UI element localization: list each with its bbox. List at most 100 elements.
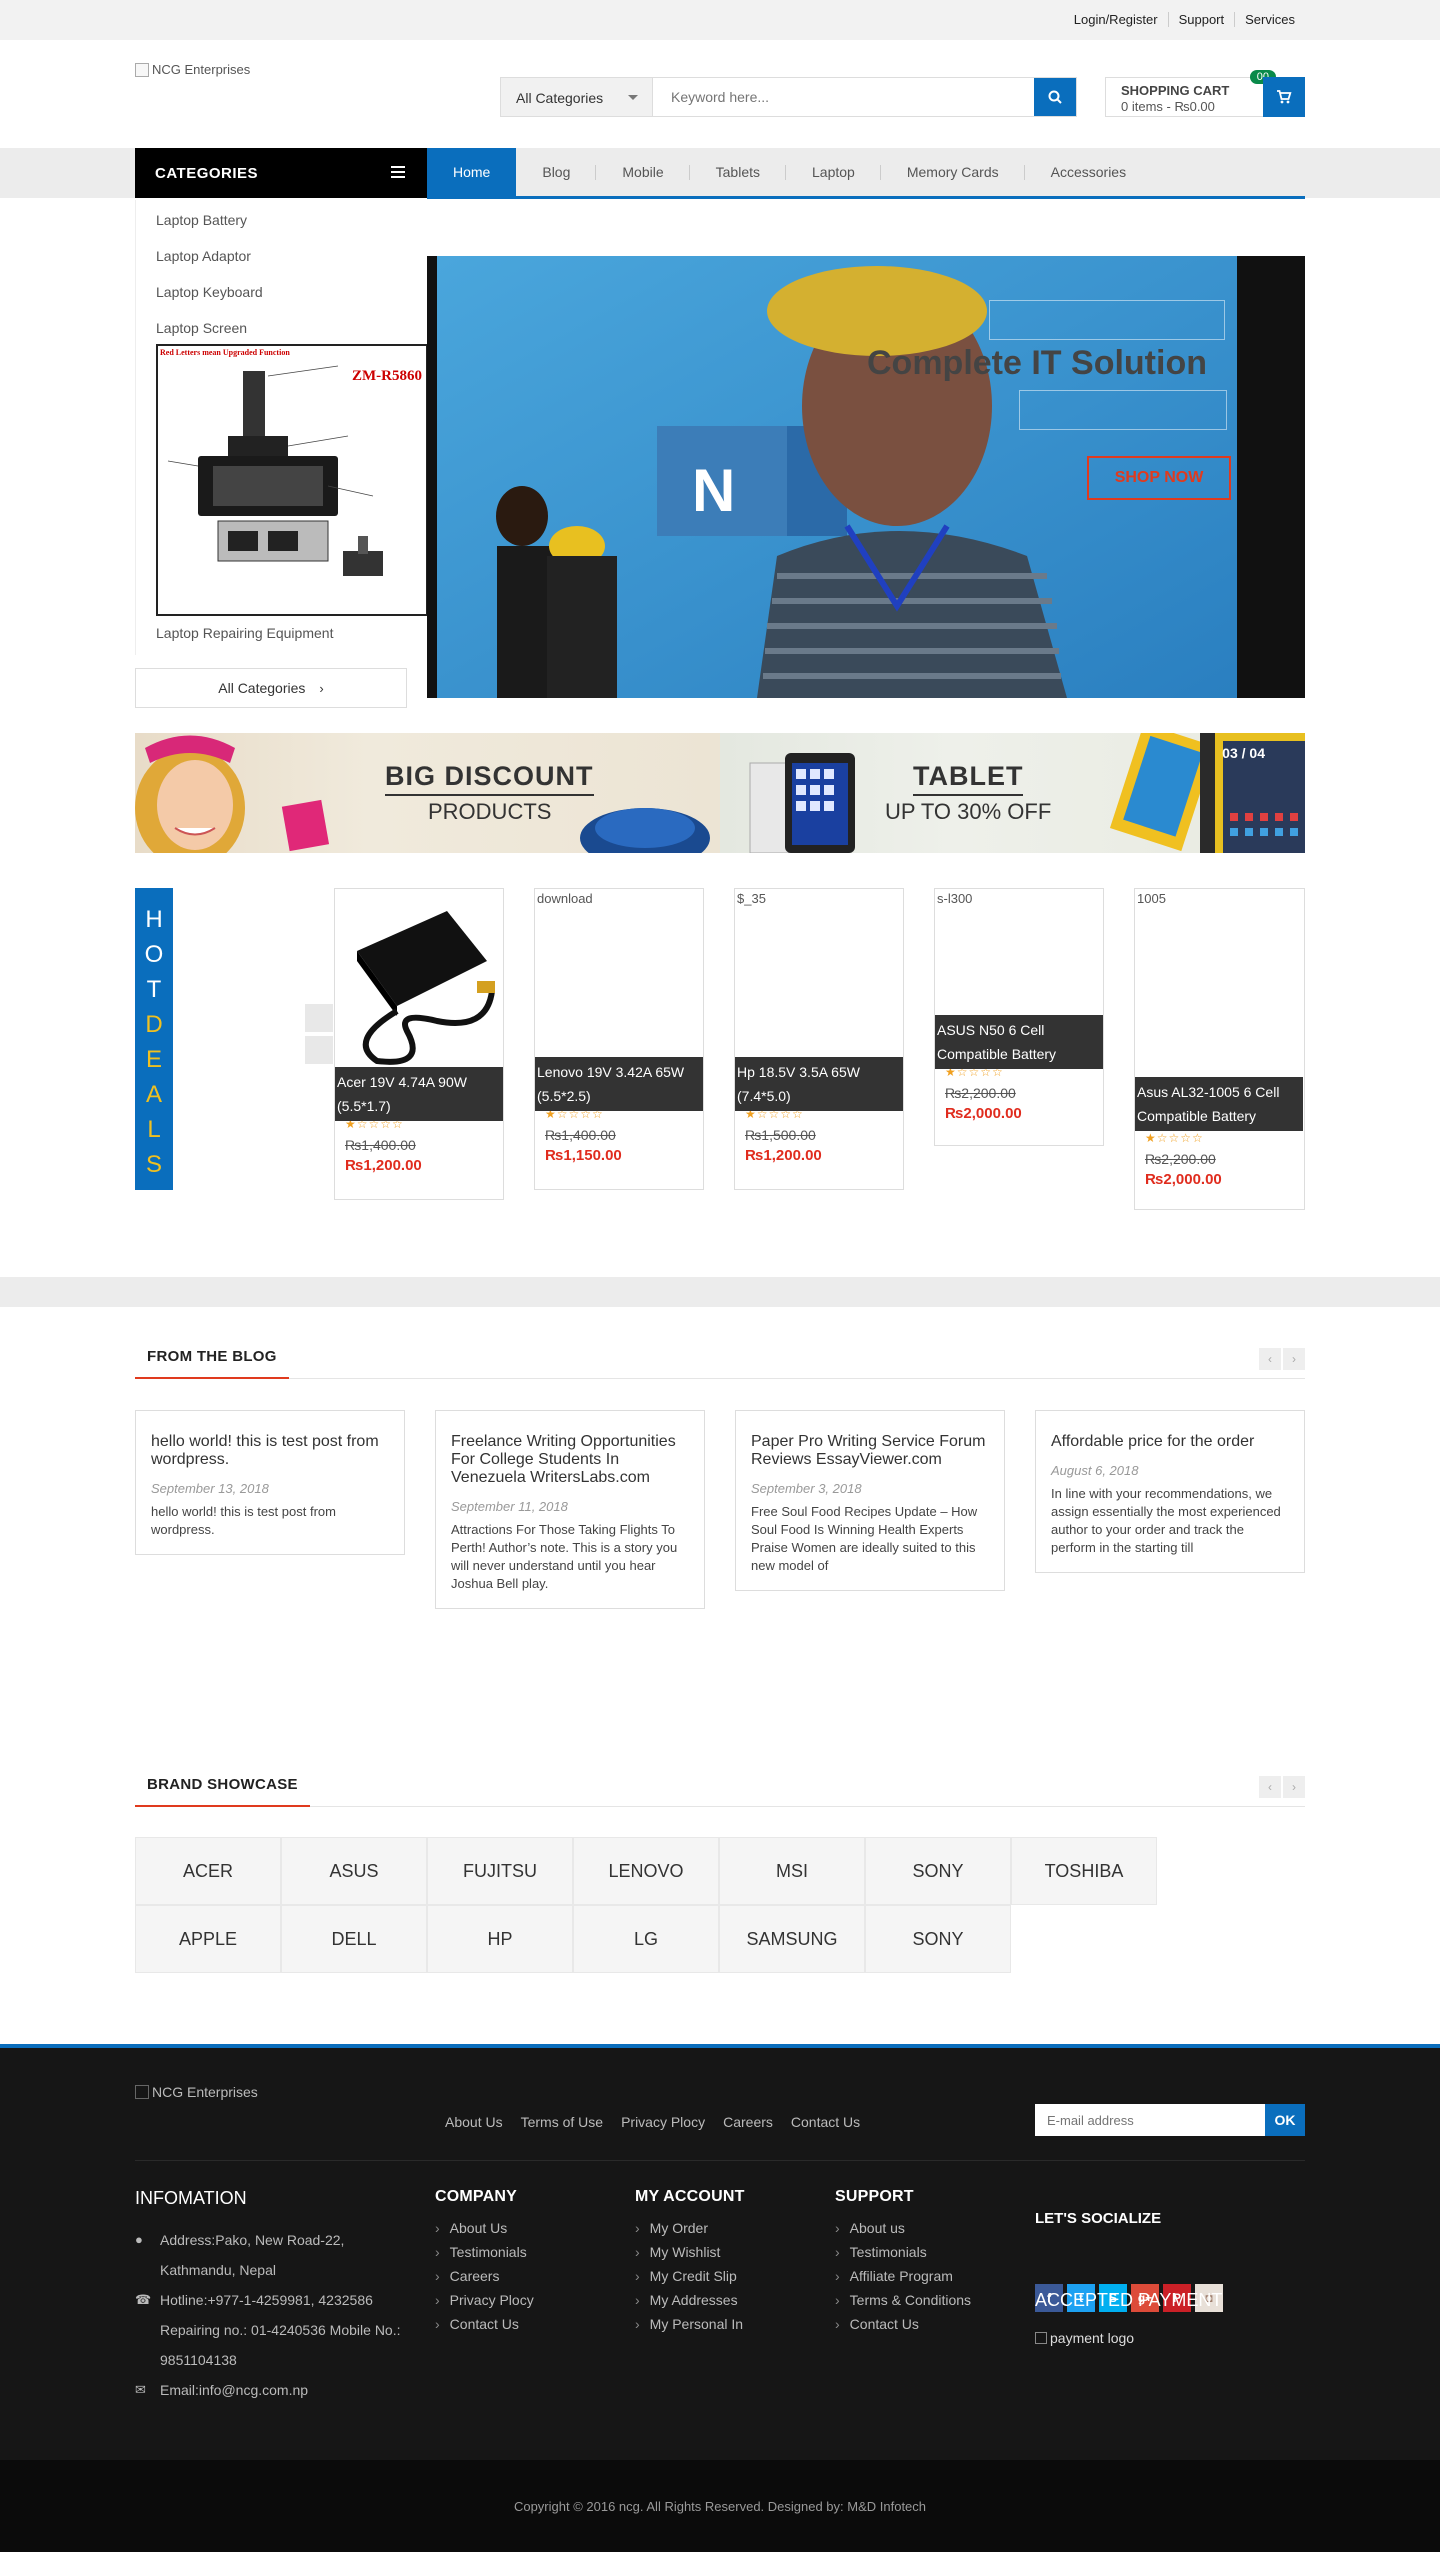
blog-post-card[interactable]: hello world! this is test post from word… xyxy=(135,1410,405,1555)
carousel-prev-button[interactable] xyxy=(305,1004,333,1032)
hero-slider[interactable]: N Complete IT Solution SHOP NOW xyxy=(427,256,1305,698)
categories-toggle[interactable]: CATEGORIES xyxy=(135,148,427,198)
product-name[interactable]: Hp 18.5V 3.5A 65W (7.4*5.0) xyxy=(735,1057,903,1111)
search-category-select[interactable]: All Categories xyxy=(501,78,653,116)
blog-prev-button[interactable]: ‹ xyxy=(1259,1348,1281,1370)
search-input[interactable] xyxy=(653,78,1034,116)
search-button[interactable] xyxy=(1034,78,1076,116)
footer-link-careers[interactable]: Careers xyxy=(723,2114,773,2130)
product-name[interactable]: Acer 19V 4.74A 90W (5.5*1.7) xyxy=(335,1067,503,1121)
blog-post-card[interactable]: Paper Pro Writing Service Forum Reviews … xyxy=(735,1410,1005,1591)
footer-logo[interactable]: NCG Enterprises xyxy=(135,2084,258,2100)
company-link[interactable]: Contact Us xyxy=(435,2316,534,2332)
brand-item[interactable]: SAMSUNG xyxy=(719,1905,865,1973)
blog-post-card[interactable]: Affordable price for the order August 6,… xyxy=(1035,1410,1305,1573)
footer-link-terms[interactable]: Terms of Use xyxy=(521,2114,603,2130)
blog-post-title[interactable]: Affordable price for the order xyxy=(1051,1433,1289,1451)
product-image[interactable]: $_35 Hp 18.5V 3.5A 65W (7.4*5.0) xyxy=(735,889,903,1111)
newsletter-submit-button[interactable]: OK xyxy=(1265,2104,1305,2136)
account-link[interactable]: My Addresses xyxy=(635,2292,745,2308)
nav-item-mobile[interactable]: Mobile xyxy=(596,148,690,196)
hero-broken-image-mid xyxy=(1019,390,1227,430)
account-link[interactable]: My Credit Slip xyxy=(635,2268,745,2284)
all-categories-label: All Categories xyxy=(218,680,306,696)
product-name[interactable]: Lenovo 19V 3.42A 65W (5.5*2.5) xyxy=(535,1057,703,1111)
nav-item-accessories[interactable]: Accessories xyxy=(1025,148,1152,196)
footer-link-contact[interactable]: Contact Us xyxy=(791,2114,860,2130)
brand-item[interactable]: SONY xyxy=(865,1837,1011,1905)
carousel-next-button[interactable] xyxy=(305,1036,333,1064)
brand-prev-button[interactable]: ‹ xyxy=(1259,1776,1281,1798)
footer-email[interactable]: Email:info@ncg.com.np xyxy=(160,2382,308,2398)
newsletter-email-input[interactable] xyxy=(1035,2104,1265,2136)
envelope-icon: ✉ xyxy=(135,2382,146,2397)
account-link[interactable]: My Wishlist xyxy=(635,2244,745,2260)
category-laptop-screen[interactable]: Laptop Screen xyxy=(156,320,247,336)
brand-next-button[interactable]: › xyxy=(1283,1776,1305,1798)
support-link[interactable]: Testimonials xyxy=(835,2244,971,2260)
support-link[interactable]: Affiliate Program xyxy=(835,2268,971,2284)
product-card[interactable]: 1005 Asus AL32-1005 6 Cell Compatible Ba… xyxy=(1134,888,1305,1210)
blog-post-title[interactable]: Freelance Writing Opportunities For Coll… xyxy=(451,1433,689,1487)
product-image[interactable]: s-l300 ASUS N50 6 Cell Compatible Batter… xyxy=(935,889,1103,1069)
product-image[interactable]: Acer 19V 4.74A 90W (5.5*1.7) xyxy=(335,889,503,1121)
category-laptop-keyboard[interactable]: Laptop Keyboard xyxy=(156,284,263,300)
repair-station-image[interactable]: Red Letters mean Upgraded Function ZM-R5… xyxy=(156,344,428,616)
footer-link-about[interactable]: About Us xyxy=(445,2114,503,2130)
nav-item-laptop[interactable]: Laptop xyxy=(786,148,881,196)
blog-next-button[interactable]: › xyxy=(1283,1348,1305,1370)
company-link[interactable]: Testimonials xyxy=(435,2244,534,2260)
brand-item[interactable]: TOSHIBA xyxy=(1011,1837,1157,1905)
brand-item[interactable]: APPLE xyxy=(135,1905,281,1973)
product-image[interactable]: 1005 Asus AL32-1005 6 Cell Compatible Ba… xyxy=(1135,889,1304,1131)
tablet-banner[interactable]: TABLET UP TO 30% OFF 03 / 04 xyxy=(720,733,1305,853)
product-price: ₨1,150.00 xyxy=(545,1147,622,1164)
shop-now-button[interactable]: SHOP NOW xyxy=(1087,456,1231,500)
company-link[interactable]: Privacy Plocy xyxy=(435,2292,534,2308)
nav-item-tablets[interactable]: Tablets xyxy=(690,148,787,196)
blog-post-title[interactable]: Paper Pro Writing Service Forum Reviews … xyxy=(751,1433,989,1469)
brand-item[interactable]: FUJITSU xyxy=(427,1837,573,1905)
brand-item[interactable]: ASUS xyxy=(281,1837,427,1905)
brand-item[interactable]: SONY xyxy=(865,1905,1011,1973)
support-link[interactable]: Terms & Conditions xyxy=(835,2292,971,2308)
all-categories-button[interactable]: All Categories › xyxy=(135,668,407,708)
brand-item[interactable]: DELL xyxy=(281,1905,427,1973)
company-link[interactable]: About Us xyxy=(435,2220,534,2236)
category-laptop-adaptor[interactable]: Laptop Adaptor xyxy=(156,248,251,264)
product-card[interactable]: $_35 Hp 18.5V 3.5A 65W (7.4*5.0) ★☆☆☆☆ ₨… xyxy=(734,888,904,1190)
nav-item-blog[interactable]: Blog xyxy=(516,148,597,196)
cart-button[interactable] xyxy=(1263,77,1305,117)
account-link[interactable]: My Order xyxy=(635,2220,745,2236)
site-logo[interactable]: NCG Enterprises xyxy=(135,62,250,77)
category-laptop-battery[interactable]: Laptop Battery xyxy=(156,212,247,228)
big-discount-banner[interactable]: BIG DISCOUNT PRODUCTS xyxy=(135,733,720,853)
company-link[interactable]: Careers xyxy=(435,2268,534,2284)
blog-post-title[interactable]: hello world! this is test post from word… xyxy=(151,1433,389,1469)
services-link[interactable]: Services xyxy=(1234,12,1305,27)
login-register-link[interactable]: Login/Register xyxy=(1064,12,1168,27)
shopping-cart[interactable]: SHOPPING CART 0 items - ₨0.00 00 xyxy=(1105,70,1305,117)
support-link[interactable]: Support xyxy=(1167,12,1235,27)
blog-post-date: September 3, 2018 xyxy=(751,1481,862,1496)
nav-item-home[interactable]: Home xyxy=(427,148,517,196)
support-link[interactable]: Contact Us xyxy=(835,2316,971,2332)
brand-item[interactable]: LENOVO xyxy=(573,1837,719,1905)
category-laptop-repairing-equipment[interactable]: Laptop Repairing Equipment xyxy=(156,625,333,641)
product-name[interactable]: Asus AL32-1005 6 Cell Compatible Battery xyxy=(1135,1077,1303,1131)
footer-link-privacy[interactable]: Privacy Plocy xyxy=(621,2114,705,2130)
product-card[interactable]: s-l300 ASUS N50 6 Cell Compatible Batter… xyxy=(934,888,1104,1146)
account-link[interactable]: My Personal In xyxy=(635,2316,745,2332)
product-image[interactable]: download Lenovo 19V 3.42A 65W (5.5*2.5) xyxy=(535,889,703,1111)
brand-item[interactable]: HP xyxy=(427,1905,573,1973)
brand-item[interactable]: ACER xyxy=(135,1837,281,1905)
product-card[interactable]: download Lenovo 19V 3.42A 65W (5.5*2.5) … xyxy=(534,888,704,1190)
footer-account: MY ACCOUNT My Order My Wishlist My Credi… xyxy=(635,2188,745,2340)
brand-item[interactable]: LG xyxy=(573,1905,719,1973)
brand-item[interactable]: MSI xyxy=(719,1837,865,1905)
blog-post-card[interactable]: Freelance Writing Opportunities For Coll… xyxy=(435,1410,705,1609)
nav-item-memory-cards[interactable]: Memory Cards xyxy=(881,148,1025,196)
product-name[interactable]: ASUS N50 6 Cell Compatible Battery xyxy=(935,1015,1103,1069)
product-card[interactable]: Acer 19V 4.74A 90W (5.5*1.7) ★☆☆☆☆ ₨1,40… xyxy=(334,888,504,1200)
support-link[interactable]: About us xyxy=(835,2220,971,2236)
